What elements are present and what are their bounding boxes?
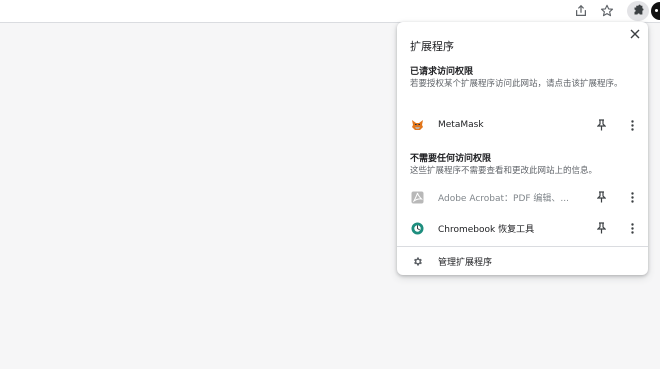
chromebook-recovery-icon [410, 221, 424, 235]
pin-icon[interactable] [595, 221, 607, 235]
more-options-icon[interactable] [628, 190, 636, 204]
star-icon[interactable] [596, 1, 618, 21]
menu-divider [397, 246, 648, 247]
pin-icon[interactable] [595, 118, 607, 132]
extension-row-chromebook-recovery[interactable]: Chromebook 恢复工具 [397, 214, 648, 242]
gear-icon [410, 254, 424, 268]
manage-extensions-label: 管理扩展程序 [438, 258, 493, 268]
menu-title: 扩展程序 [410, 40, 454, 53]
extension-row-metamask[interactable]: MetaMask [397, 111, 648, 139]
metamask-fox-icon [410, 118, 424, 132]
requested-access-description: 若要授权某个扩展程序访问此网站，请点击该扩展程序。 [410, 79, 623, 89]
more-options-icon[interactable] [628, 221, 636, 235]
extension-row-adobe-acrobat[interactable]: Adobe Acrobat：PDF 编辑、... [397, 183, 648, 211]
more-options-icon[interactable] [628, 118, 636, 132]
manage-extensions-button[interactable]: 管理扩展程序 [397, 250, 648, 272]
adobe-acrobat-icon [410, 190, 424, 204]
share-icon[interactable] [570, 1, 592, 21]
no-access-description: 这些扩展程序不需要查看和更改此网站上的信息。 [410, 166, 598, 176]
requested-access-heading: 已请求访问权限 [410, 67, 474, 77]
extension-name: Chromebook 恢复工具 [438, 224, 535, 235]
pin-icon[interactable] [595, 190, 607, 204]
close-icon[interactable] [628, 27, 642, 41]
extensions-menu: 扩展程序 已请求访问权限 若要授权某个扩展程序访问此网站，请点击该扩展程序。 M… [397, 22, 648, 275]
puzzle-icon[interactable] [627, 1, 649, 21]
browser-toolbar [0, 0, 660, 23]
avatar[interactable] [651, 2, 660, 20]
no-access-heading: 不需要任何访问权限 [410, 154, 492, 164]
extension-name: MetaMask [438, 120, 484, 130]
extension-name: Adobe Acrobat：PDF 编辑、... [438, 193, 570, 204]
